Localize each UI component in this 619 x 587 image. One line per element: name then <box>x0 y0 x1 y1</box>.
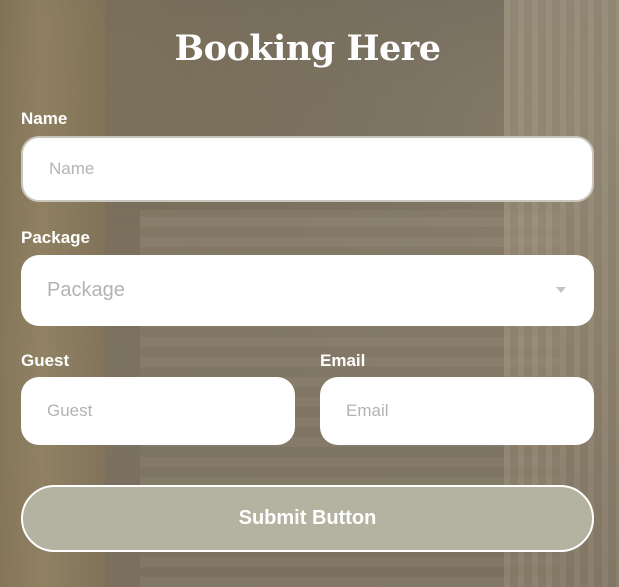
package-label: Package <box>21 228 90 247</box>
submit-button[interactable]: Submit Button <box>21 485 594 552</box>
guest-label: Guest <box>21 351 70 370</box>
email-input[interactable] <box>320 377 594 445</box>
guest-input[interactable] <box>21 377 295 445</box>
name-label: Name <box>21 109 68 128</box>
package-select-value: Package <box>47 279 125 301</box>
name-input[interactable] <box>21 136 594 202</box>
email-label: Email <box>320 351 366 370</box>
package-select[interactable]: Package <box>21 255 594 326</box>
booking-form: Booking Here Name Package Package Guest … <box>21 0 594 587</box>
chevron-down-icon <box>556 287 566 293</box>
form-title: Booking Here <box>174 28 441 69</box>
booking-page: Booking Here Name Package Package Guest … <box>0 0 619 587</box>
